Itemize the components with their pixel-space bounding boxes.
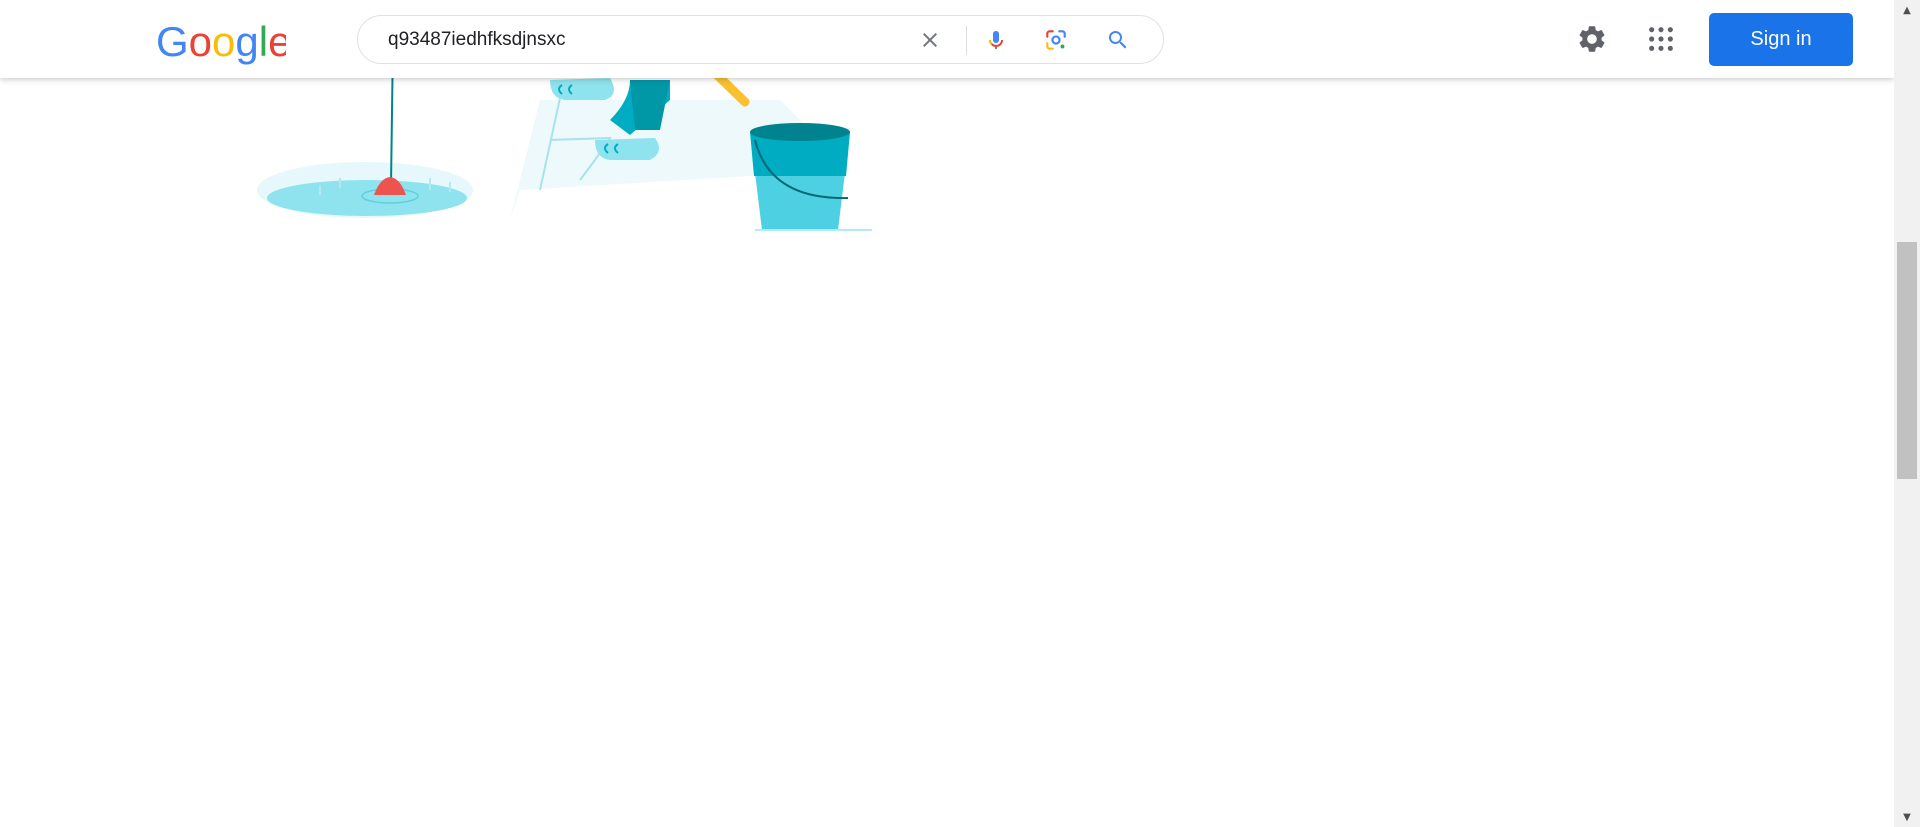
scroll-up-button[interactable]: ▲ [1894,0,1920,20]
page: Google q93487iedhfksdjnsxc Sign in ▲ ▼ [0,0,1920,827]
search-box [357,15,1164,64]
bucket-rim-shape [750,123,850,141]
google-apps-button[interactable] [1641,19,1681,59]
google-lens-icon [1046,30,1066,50]
gear-icon [1579,26,1605,52]
logo-text: Google [156,18,286,65]
scroll-down-button[interactable]: ▼ [1894,807,1920,827]
voice-search-button[interactable] [978,22,1014,58]
search-icon [1109,31,1127,49]
scroll-thumb[interactable] [1897,242,1917,479]
image-search-button[interactable] [1038,22,1074,58]
search-submit-button[interactable] [1100,22,1136,58]
scroll-up-arrow-icon: ▲ [1903,4,1911,16]
close-icon [923,33,937,47]
vertical-scrollbar[interactable]: ▲ ▼ [1894,0,1920,827]
search-divider [966,26,967,55]
settings-button[interactable] [1572,19,1612,59]
google-logo[interactable]: Google [156,18,286,66]
sign-in-button[interactable]: Sign in [1709,13,1853,66]
apps-grid-icon [1649,27,1673,51]
ice-hole-water-shape [267,180,467,216]
search-input[interactable] [388,16,948,63]
scroll-down-arrow-icon: ▼ [1903,811,1911,823]
microphone-icon [989,31,1003,49]
clear-search-button[interactable] [912,22,948,58]
top-header: Google q93487iedhfksdjnsxc Sign in [0,0,1894,78]
